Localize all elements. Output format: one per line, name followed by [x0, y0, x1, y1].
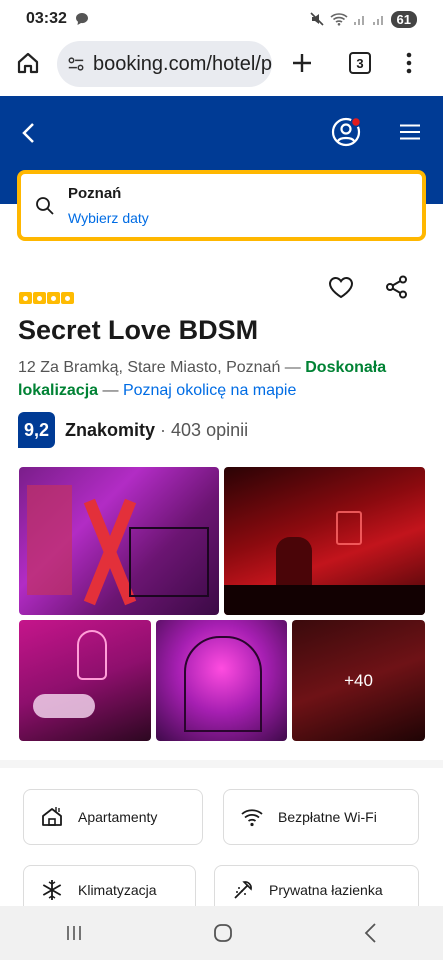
hotel-address-block: 12 Za Bramką, Stare Miasto, Poznań — Dos…: [18, 356, 423, 402]
back-button-icon[interactable]: [363, 922, 379, 944]
mute-icon: [309, 12, 324, 26]
facility-label: Klimatyzacja: [78, 882, 157, 898]
facility-label: Bezpłatne Wi-Fi: [278, 809, 377, 825]
account-icon[interactable]: [331, 116, 363, 148]
facility-label: Apartamenty: [78, 809, 158, 825]
address-separator: —: [98, 382, 123, 399]
address-bar[interactable]: booking.com/hotel/p: [57, 41, 272, 87]
photo-decor-neon: [336, 511, 362, 545]
more-photos-button[interactable]: +40: [292, 620, 425, 741]
new-tab-icon[interactable]: [290, 51, 314, 75]
star-icon: [19, 292, 32, 304]
back-arrow-icon[interactable]: [20, 122, 38, 144]
hotel-name: Secret Love BDSM: [18, 315, 259, 345]
hotel-photo[interactable]: [19, 620, 151, 741]
hotel-address: 12 Za Bramką, Stare Miasto, Poznań: [18, 359, 281, 376]
battery-indicator: 61: [390, 10, 417, 28]
chat-bubble-icon: [75, 13, 88, 25]
star-icon: [33, 292, 46, 304]
status-time: 03:32: [26, 10, 67, 27]
facility-wifi[interactable]: Bezpłatne Wi-Fi: [223, 789, 419, 845]
home-icon[interactable]: [16, 51, 40, 75]
search-icon: [36, 197, 54, 215]
menu-icon[interactable]: [400, 124, 420, 140]
status-bar: 03:32 61: [0, 0, 443, 38]
review-score-word: Znakomity: [65, 419, 156, 440]
photo-decor-cage: [129, 527, 209, 597]
score-separator: ·: [160, 419, 167, 440]
house-icon: [42, 807, 62, 826]
map-link[interactable]: Poznaj okolicę na mapie: [123, 382, 296, 399]
review-score-badge: 9,2: [18, 412, 55, 448]
search-box[interactable]: Poznań Wybierz daty: [17, 170, 426, 241]
home-button-icon[interactable]: [212, 922, 234, 944]
tab-switcher-button[interactable]: 3: [349, 52, 371, 74]
review-count: 403 opinii: [171, 419, 249, 440]
photo-decor-cage: [184, 636, 262, 732]
recent-apps-icon[interactable]: [64, 923, 84, 943]
more-photos-count: +40: [344, 670, 373, 690]
search-destination: Poznań: [68, 185, 122, 202]
hotel-photo[interactable]: [224, 467, 425, 615]
site-settings-icon[interactable]: [67, 54, 85, 74]
photo-decor-floor: [224, 585, 425, 615]
star-icon: [47, 292, 60, 304]
wifi-icon: [241, 809, 263, 827]
photo-decor-neon: [77, 630, 107, 680]
hotel-photo[interactable]: [156, 620, 287, 741]
favorite-heart-icon[interactable]: [328, 276, 354, 300]
more-options-icon[interactable]: [405, 51, 413, 75]
select-dates-link[interactable]: Wybierz daty: [68, 210, 149, 226]
photo-decor-panel: [27, 485, 72, 595]
snowflake-icon: [42, 880, 62, 900]
browser-toolbar: booking.com/hotel/p 3: [0, 38, 443, 96]
facility-label: Prywatna łazienka: [269, 882, 383, 898]
facility-apartments[interactable]: Apartamenty: [23, 789, 203, 845]
shower-icon: [234, 881, 252, 899]
system-nav-bar: [0, 906, 443, 960]
star-icon: [61, 292, 74, 304]
wifi-status-icon: [330, 13, 348, 26]
status-icons: 61: [309, 10, 417, 28]
share-icon[interactable]: [385, 275, 409, 299]
star-rating: [19, 292, 74, 304]
url-text: booking.com/hotel/p: [92, 52, 272, 75]
section-divider: [0, 760, 443, 768]
signal-icon-2: [372, 16, 383, 25]
signal-icon: [353, 16, 364, 25]
hotel-photo[interactable]: [19, 467, 219, 615]
photo-decor-bathtub: [33, 694, 95, 718]
review-score-row[interactable]: 9,2 Znakomity · 403 opinii: [18, 412, 248, 448]
address-separator: —: [280, 359, 306, 376]
